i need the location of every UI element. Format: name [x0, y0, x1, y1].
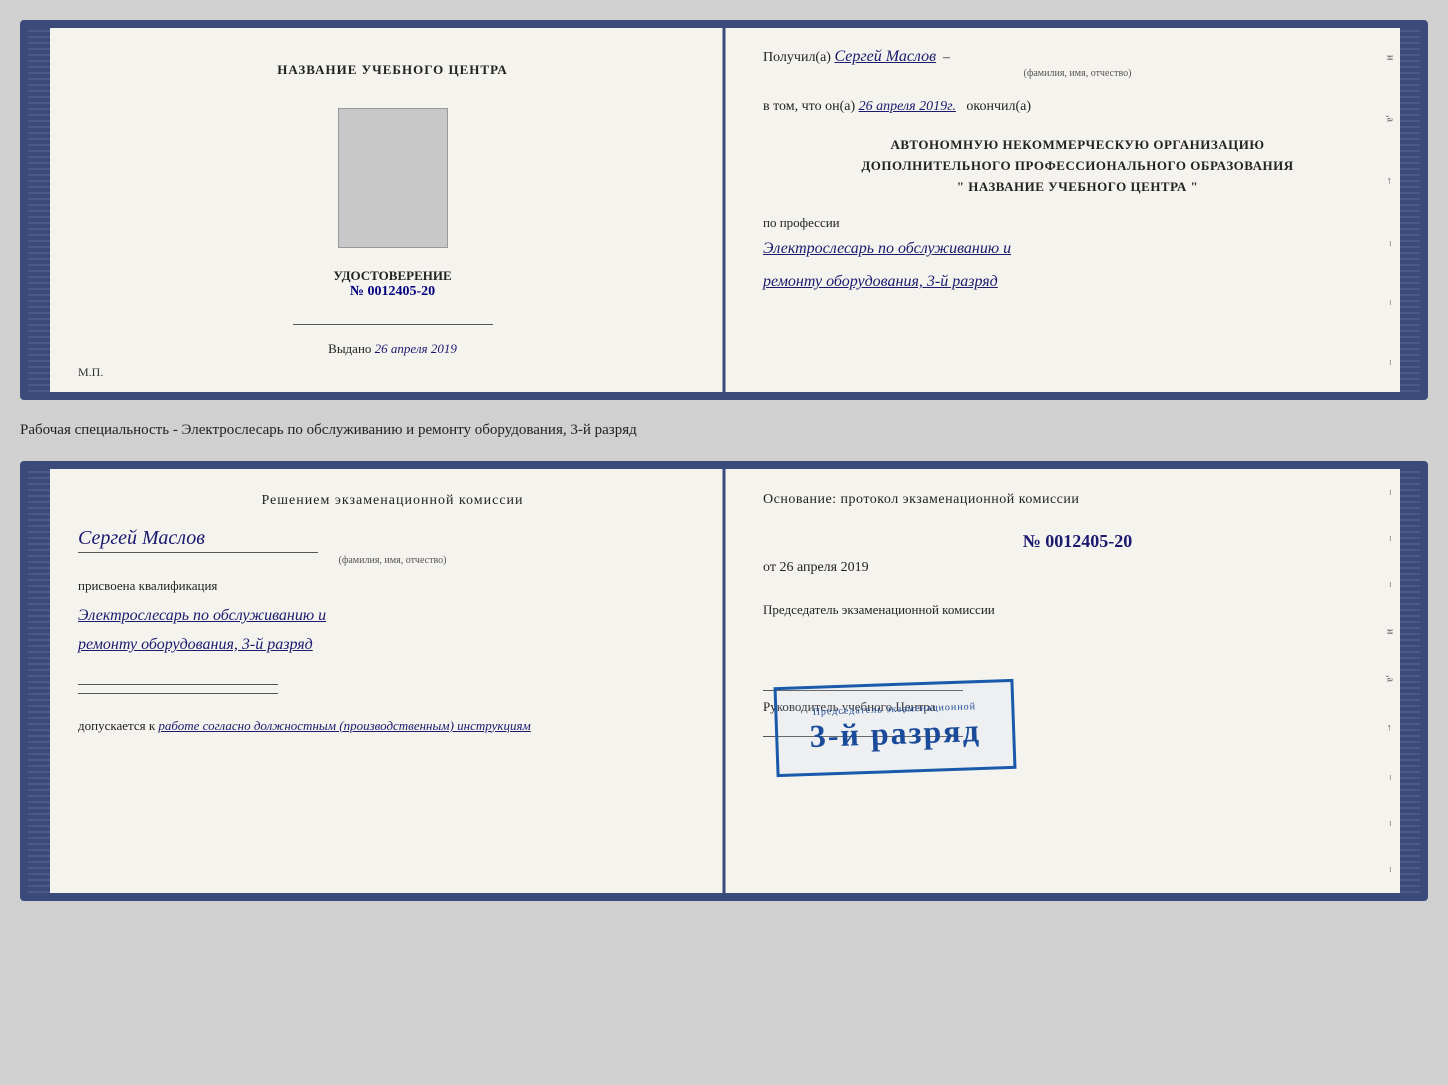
cert2-qual-line1: Электрослесарь по обслуживанию и — [78, 602, 707, 631]
cert2-stamp: Председатель экзаменационной 3-й разряд — [774, 679, 1017, 777]
cert1-po-professii: по профессии — [763, 215, 1392, 231]
cert1-org-line2: ДОПОЛНИТЕЛЬНОГО ПРОФЕССИОНАЛЬНОГО ОБРАЗО… — [763, 156, 1392, 177]
certificate-1: НАЗВАНИЕ УЧЕБНОГО ЦЕНТРА УДОСТОВЕРЕНИЕ №… — [20, 20, 1428, 400]
spine-left-2 — [28, 469, 50, 893]
cert2-predsedatel: Председатель экзаменационной комиссии — [763, 600, 1392, 620]
cert2-number: № 0012405-20 — [763, 531, 1392, 552]
certificate-2: Решением экзаменационной комиссии Сергей… — [20, 461, 1428, 901]
edge-label-i: и — [1385, 55, 1396, 60]
cert1-left-page: НАЗВАНИЕ УЧЕБНОГО ЦЕНТРА УДОСТОВЕРЕНИЕ №… — [50, 28, 735, 392]
cert1-vydano-label: Выдано — [328, 341, 371, 356]
cert1-right-spine — [1400, 28, 1420, 392]
cert1-course-date: 26 апреля 2019г. — [859, 99, 956, 114]
cert2-qual-line2: ремонту оборудования, 3-й разряд — [78, 631, 707, 660]
cert2-prisvoyena: присвоена квалификация — [78, 578, 707, 594]
cert1-udost-label: УДОСТОВЕРЕНИЕ — [333, 268, 451, 284]
cert2-osnovanie: Основание: протокол экзаменационной коми… — [763, 489, 1392, 511]
cert1-divider-line — [293, 324, 493, 325]
sig-line-2 — [78, 693, 278, 694]
edge2-label-dash6: – — [1385, 867, 1396, 872]
cert2-ot-date: от 26 апреля 2019 — [763, 560, 1392, 576]
edge2-label-dash4: – — [1385, 775, 1396, 780]
cert2-resheniem-title: Решением экзаменационной комиссии — [78, 493, 707, 509]
cert1-poluchil-label: Получил(а) — [763, 50, 831, 65]
edge2-label-dash2: – — [1385, 536, 1396, 541]
edge-label-a: ,а — [1385, 115, 1396, 122]
cert2-left-page: Решением экзаменационной комиссии Сергей… — [50, 469, 735, 893]
edge2-label-dash1: – — [1385, 490, 1396, 495]
cert1-okanchil: окончил(а) — [966, 99, 1031, 114]
page-wrapper: НАЗВАНИЕ УЧЕБНОГО ЦЕНТРА УДОСТОВЕРЕНИЕ №… — [20, 20, 1428, 901]
cert2-fio-label: (фамилия, имя, отчество) — [78, 555, 707, 566]
cert2-date-value: 26 апреля 2019 — [779, 560, 868, 575]
cert2-dopusk-text: работе согласно должностным (производств… — [158, 718, 530, 733]
cert1-org-line3: " НАЗВАНИЕ УЧЕБНОГО ЦЕНТРА " — [763, 177, 1392, 198]
edge2-label-dash3: – — [1385, 582, 1396, 587]
edge2-label-a: ,а — [1385, 675, 1396, 682]
cert1-vtom-row: в том, что он(а) 26 апреля 2019г. окончи… — [763, 99, 1392, 115]
cert1-profession-line2: ремонту оборудования, 3-й разряд — [763, 268, 1392, 297]
edge-label-arrow: ← — [1385, 176, 1396, 186]
cert1-number: № 0012405-20 — [333, 284, 451, 300]
stamp-main-text: 3-й разряд — [809, 712, 981, 755]
cert2-right-page: Основание: протокол экзаменационной коми… — [735, 469, 1420, 893]
cert2-name-underline — [78, 552, 318, 553]
cert1-recipient-name: Сергей Маслов — [834, 48, 936, 65]
cert1-profession-line1: Электрослесарь по обслуживанию и — [763, 235, 1392, 264]
spine-left — [28, 28, 50, 392]
cert2-right-spine — [1400, 469, 1420, 893]
cert2-sig-lines — [78, 676, 707, 702]
cert1-poluchil-row: Получил(а) Сергей Маслов – (фамилия, имя… — [763, 48, 1392, 79]
edge2-label-dash5: – — [1385, 821, 1396, 826]
cert1-udost-block: УДОСТОВЕРЕНИЕ № 0012405-20 — [333, 268, 451, 300]
edge-label-dash1: – — [1385, 241, 1396, 246]
cert2-recipient-name: Сергей Маслов — [78, 527, 707, 550]
cert1-right-page: Получил(а) Сергей Маслов – (фамилия, имя… — [735, 28, 1420, 392]
cert1-vtom-prefix: в том, что он(а) — [763, 99, 855, 114]
sig-line-1 — [78, 684, 278, 685]
cert2-right-edge: – – – и ,а ← – – – — [1382, 469, 1398, 893]
edge-label-dash3: – — [1385, 360, 1396, 365]
cert1-mp: М.П. — [78, 365, 103, 380]
cert2-ot-prefix: от — [763, 560, 776, 575]
edge2-label-arrow: ← — [1385, 723, 1396, 733]
cert1-right-edge: и ,а ← – – – — [1382, 28, 1398, 392]
cert1-vydano-row: Выдано 26 апреля 2019 — [328, 341, 457, 357]
edge2-label-i: и — [1385, 629, 1396, 634]
cert1-org-line1: АВТОНОМНУЮ НЕКОММЕРЧЕСКУЮ ОРГАНИЗАЦИЮ — [763, 135, 1392, 156]
between-description: Рабочая специальность - Электрослесарь п… — [20, 416, 1428, 445]
photo-placeholder — [338, 108, 448, 248]
cert2-dopuskaetsya: допускается к работе согласно должностны… — [78, 718, 707, 734]
cert1-training-center-title: НАЗВАНИЕ УЧЕБНОГО ЦЕНТРА — [277, 62, 508, 78]
cert1-fio-label: (фамилия, имя, отчество) — [763, 68, 1392, 79]
cert2-dopusk-label: допускается к — [78, 718, 155, 733]
cert1-vydano-date: 26 апреля 2019 — [375, 341, 457, 356]
cert1-org-block: АВТОНОМНУЮ НЕКОММЕРЧЕСКУЮ ОРГАНИЗАЦИЮ ДО… — [763, 135, 1392, 197]
edge-label-dash2: – — [1385, 300, 1396, 305]
